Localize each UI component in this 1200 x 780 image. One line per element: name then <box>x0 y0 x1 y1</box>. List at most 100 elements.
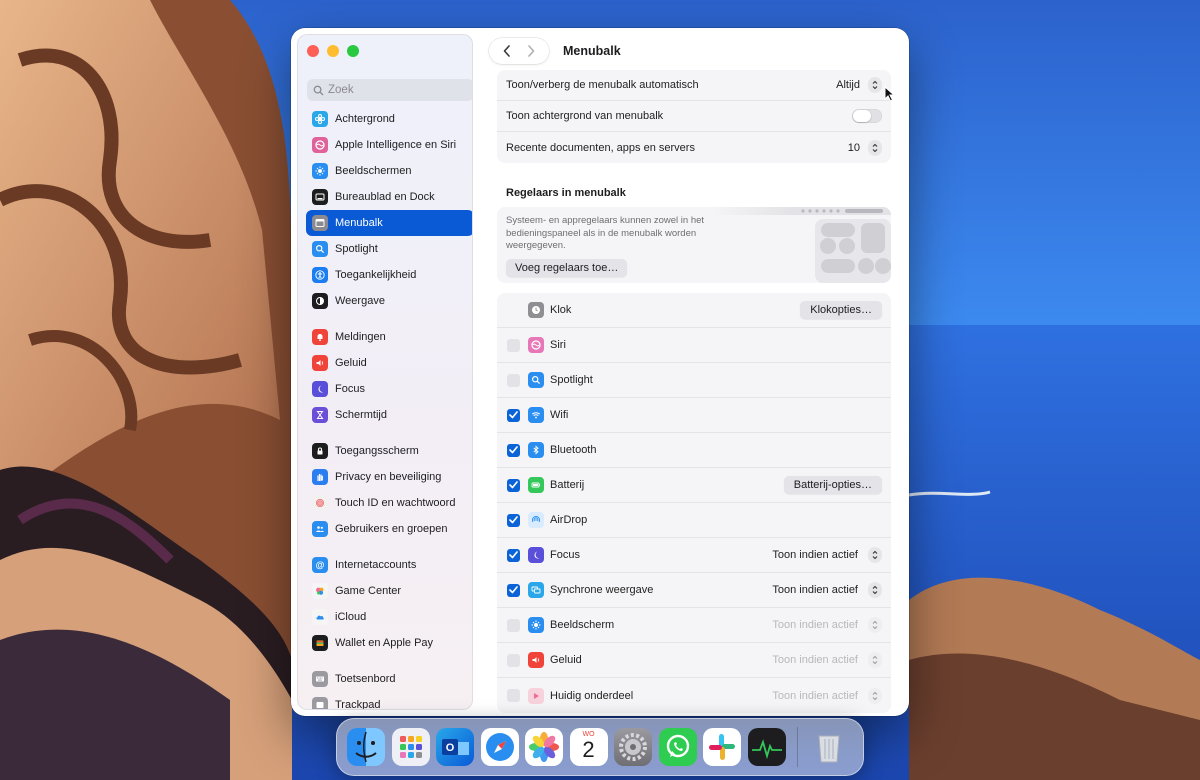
sidebar-group: Toegangsscherm Privacy en beveiliging Touc… <box>306 438 472 542</box>
trash-icon[interactable] <box>810 728 848 766</box>
focus-visibility-popup-button[interactable] <box>868 547 882 563</box>
geluid-visibility-popup-button <box>868 652 882 668</box>
forward-button[interactable] <box>519 40 543 62</box>
control-name: Siri <box>550 339 566 351</box>
sidebar-item-toetsenbord[interactable]: Toetsenbord <box>306 666 472 692</box>
sidebar-item-meldingen[interactable]: Meldingen <box>306 324 472 350</box>
sidebar-item-beeldschermen[interactable]: Beeldschermen <box>306 158 472 184</box>
sidebar-item-internetaccounts[interactable]: @ Internetaccounts <box>306 552 472 578</box>
sidebar-item-gebruikers-en-groepen[interactable]: Gebruikers en groepen <box>306 516 472 542</box>
control-checkbox-airdrop[interactable] <box>507 513 520 527</box>
zoom-window-button[interactable] <box>347 45 359 57</box>
sidebar-item-geluid[interactable]: Geluid <box>306 350 472 376</box>
up-down-chevron-icon <box>872 80 878 90</box>
history-buttons <box>489 38 549 64</box>
search-icon <box>313 85 324 95</box>
batterij-options-button[interactable]: Batterij-opties… <box>783 476 882 494</box>
sidebar-item-achtergrond[interactable]: Achtergrond <box>306 106 472 132</box>
focus-visibility-value[interactable]: Toon indien actief <box>772 549 858 561</box>
control-checkbox-wifi[interactable] <box>507 408 520 422</box>
autohide-value[interactable]: Altijd <box>836 79 860 91</box>
trackpad-icon <box>312 697 328 709</box>
finder-icon[interactable] <box>347 728 385 766</box>
speaker-icon <box>528 652 544 668</box>
synchrone-weergave-visibility-value[interactable]: Toon indien actief <box>772 584 858 596</box>
control-checkbox-beeldscherm[interactable] <box>507 618 520 632</box>
up-down-chevron-icon <box>872 655 878 665</box>
checkmark-icon <box>509 446 518 454</box>
calendar-day: 2 <box>582 737 595 762</box>
whatsapp-icon[interactable] <box>658 728 697 766</box>
sidebar-item-apple-intelligence-en-siri[interactable]: Apple Intelligence en Siri <box>306 132 472 158</box>
sidebar-item-toegankelijkheid[interactable]: Toegankelijkheid <box>306 262 472 288</box>
mouse-cursor-icon <box>884 86 896 102</box>
search-field[interactable] <box>307 79 472 101</box>
sidebar-item-privacy-en-beveiliging[interactable]: Privacy en beveiliging <box>306 464 472 490</box>
back-button[interactable] <box>495 40 519 62</box>
flower-icon <box>312 111 328 127</box>
control-center-preview-image <box>711 207 891 283</box>
sidebar-item-label: Toegangsscherm <box>335 445 419 457</box>
launchpad-icon[interactable] <box>391 728 430 766</box>
add-controls-button[interactable]: Voeg regelaars toe… <box>506 258 628 277</box>
klok-options-button[interactable]: Klokopties… <box>800 301 882 319</box>
sidebar-item-focus[interactable]: Focus <box>306 376 472 402</box>
activity-monitor-icon[interactable] <box>747 728 786 766</box>
speaker-icon <box>312 355 328 371</box>
control-checkbox-siri[interactable] <box>507 338 520 352</box>
bell-icon <box>312 329 328 345</box>
recent-items-popup-button[interactable] <box>868 139 882 156</box>
control-row-bluetooth: Bluetooth <box>497 433 891 468</box>
synchrone-weergave-visibility-popup-button[interactable] <box>868 582 882 598</box>
sidebar-item-touch-id-en-wachtwoord[interactable]: Touch ID en wachtwoord <box>306 490 472 516</box>
toolbar: Menubalk <box>489 38 621 64</box>
chevron-right-icon <box>528 45 535 57</box>
menubar-background-toggle[interactable] <box>852 109 882 123</box>
sidebar-item-trackpad[interactable]: Trackpad <box>306 692 472 709</box>
sidebar-item-schermtijd[interactable]: Schermtijd <box>306 402 472 428</box>
control-row-klok: Klok Klokopties… <box>497 293 891 328</box>
sidebar-item-menubalk[interactable]: Menubalk <box>306 210 472 236</box>
safari-icon[interactable] <box>480 728 519 766</box>
sidebar-item-label: Geluid <box>335 357 367 369</box>
sidebar-item-weergave[interactable]: Weergave <box>306 288 472 314</box>
controls-list: Klok Klokopties… Siri Spotlight Wifi Bluetoot… <box>497 293 891 713</box>
keyboard-icon <box>312 671 328 687</box>
control-checkbox-focus[interactable] <box>507 548 520 562</box>
outlook-icon[interactable]: O <box>436 728 474 766</box>
sidebar-item-game-center[interactable]: Game Center <box>306 578 472 604</box>
control-name: Spotlight <box>550 374 593 386</box>
moon-icon <box>312 381 328 397</box>
control-checkbox-synchrone-weergave[interactable] <box>507 583 520 597</box>
system-settings-icon[interactable] <box>614 728 652 766</box>
control-row-batterij: Batterij Batterij-opties… <box>497 468 891 503</box>
minimize-window-button[interactable] <box>327 45 339 57</box>
control-checkbox-huidig-onderdeel[interactable] <box>507 689 520 702</box>
wallet-icon <box>312 635 328 651</box>
calendar-icon[interactable]: WO 2 <box>569 728 608 766</box>
control-checkbox-bluetooth[interactable] <box>507 443 520 457</box>
sidebar-item-toegangsscherm[interactable]: Toegangsscherm <box>306 438 472 464</box>
control-checkbox-geluid[interactable] <box>507 653 520 667</box>
recent-items-value[interactable]: 10 <box>848 142 860 154</box>
sidebar-item-label: Beeldschermen <box>335 165 412 177</box>
page-title: Menubalk <box>563 44 621 58</box>
search-input[interactable] <box>328 84 458 96</box>
control-checkbox-batterij[interactable] <box>507 478 520 492</box>
sidebar-item-spotlight[interactable]: Spotlight <box>306 236 472 262</box>
control-checkbox-spotlight[interactable] <box>507 373 520 387</box>
geluid-visibility-value: Toon indien actief <box>772 654 858 666</box>
photos-icon[interactable] <box>525 728 563 766</box>
sidebar-item-label: Schermtijd <box>335 409 387 421</box>
settings-window: Achtergrond Apple Intelligence en Siri Bee… <box>291 28 909 716</box>
checkmark-icon <box>509 411 518 419</box>
autohide-popup-button[interactable] <box>868 77 882 93</box>
slack-icon[interactable] <box>703 728 741 766</box>
control-row-beeldscherm: Beeldscherm Toon indien actief <box>497 608 891 643</box>
close-window-button[interactable] <box>307 45 319 57</box>
sidebar-item-icloud[interactable]: iCloud <box>306 604 472 630</box>
sidebar-item-wallet-en-apple-pay[interactable]: Wallet en Apple Pay <box>306 630 472 656</box>
up-down-chevron-icon <box>872 691 878 700</box>
control-row-synchrone-weergave: Synchrone weergave Toon indien actief <box>497 573 891 608</box>
sidebar-item-bureaublad-en-dock[interactable]: Bureaublad en Dock <box>306 184 472 210</box>
